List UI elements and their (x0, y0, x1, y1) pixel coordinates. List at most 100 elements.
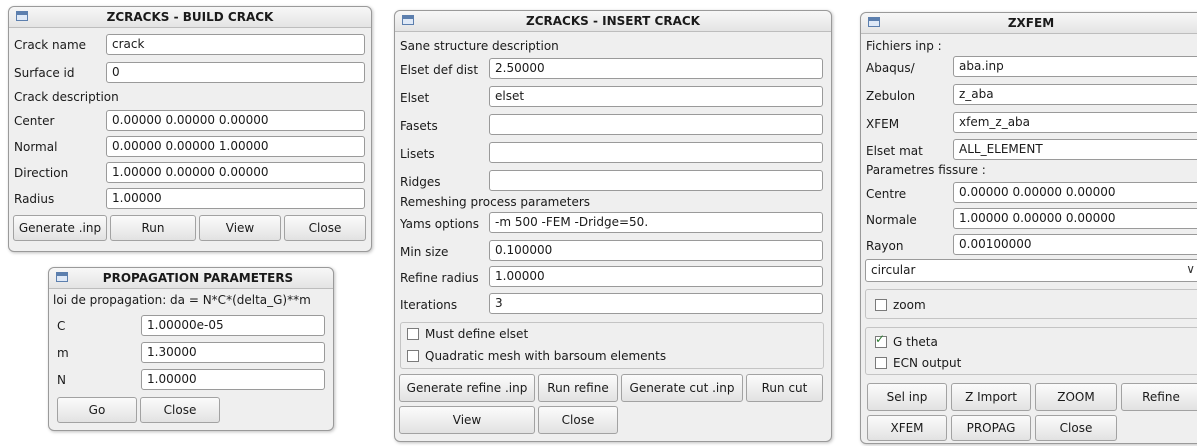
xfem-label: XFEM (866, 117, 900, 131)
parametres-fissure-heading: Parametres fissure : (866, 163, 986, 177)
elset-field[interactable]: elset (489, 86, 823, 107)
refine-radius-field[interactable]: 1.00000 (489, 266, 823, 287)
center-field[interactable]: 0.00000 0.00000 0.00000 (106, 110, 365, 131)
c-field[interactable]: 1.00000e-05 (141, 315, 325, 336)
propagation-law-label: loi de propagation: da = N*C*(delta_G)**… (53, 293, 311, 307)
center-label: Center (14, 114, 55, 128)
zoom-box[interactable] (875, 299, 887, 311)
normale-label: Normale (866, 213, 917, 227)
run-refine-button[interactable]: Run refine (538, 374, 618, 402)
n-field[interactable]: 1.00000 (141, 369, 325, 390)
crack-shape-value: circular (871, 263, 916, 277)
fasets-field[interactable] (489, 114, 823, 135)
direction-field[interactable]: 1.00000 0.00000 0.00000 (106, 162, 365, 183)
zoom-button[interactable]: ZOOM (1035, 383, 1117, 411)
generate-cut-inp-button[interactable]: Generate cut .inp (621, 374, 743, 402)
generate-refine-inp-button[interactable]: Generate refine .inp (399, 374, 535, 402)
crack-name-field[interactable]: crack (106, 34, 365, 55)
g-theta-label: G theta (893, 335, 938, 349)
refine-button[interactable]: Refine (1121, 383, 1197, 411)
view-button[interactable]: View (199, 215, 281, 241)
g-theta-checkbox[interactable]: ✓ G theta (875, 332, 938, 349)
direction-label: Direction (14, 166, 69, 180)
must-define-elset-box[interactable] (407, 328, 419, 340)
ecn-output-checkbox[interactable]: ECN output (875, 356, 961, 370)
go-button[interactable]: Go (57, 397, 137, 423)
run-button[interactable]: Run (110, 215, 196, 241)
propag-button[interactable]: PROPAG (951, 415, 1031, 441)
quadratic-mesh-checkbox[interactable]: Quadratic mesh with barsoum elements (407, 349, 666, 363)
title-bar: ZCRACKS - BUILD CRACK (9, 7, 371, 28)
centre-field[interactable]: 0.00000 0.00000 0.00000 (953, 182, 1197, 203)
ecn-output-label: ECN output (893, 356, 962, 370)
close-button[interactable]: Close (538, 406, 618, 434)
sel-inp-button[interactable]: Sel inp (867, 383, 947, 411)
elset-def-dist-field[interactable]: 2.50000 (489, 58, 823, 79)
zxfem-window: ZXFEM Fichiers inp : Abaqus/ aba.inp Zeb… (860, 12, 1197, 444)
close-button[interactable]: Close (140, 397, 220, 423)
radius-field[interactable]: 1.00000 (106, 188, 365, 209)
fasets-label: Fasets (400, 119, 438, 133)
must-define-elset-label: Must define elset (425, 327, 529, 341)
rayon-field[interactable]: 0.00100000 (953, 234, 1197, 255)
refine-radius-label: Refine radius (400, 271, 479, 285)
min-size-field[interactable]: 0.100000 (489, 240, 823, 261)
title-bar: ZXFEM (861, 13, 1197, 34)
lisets-label: Lisets (400, 147, 435, 161)
crack-shape-select[interactable]: circular ∨ (865, 259, 1197, 282)
chevron-down-icon[interactable]: ∨ (1186, 262, 1195, 276)
centre-label: Centre (866, 187, 907, 201)
close-button[interactable]: Close (284, 215, 366, 241)
rayon-label: Rayon (866, 239, 904, 253)
window-title: ZCRACKS - INSERT CRACK (526, 14, 700, 28)
quadratic-mesh-label: Quadratic mesh with barsoum elements (425, 349, 667, 363)
quadratic-mesh-box[interactable] (407, 350, 419, 362)
normal-field[interactable]: 0.00000 0.00000 1.00000 (106, 136, 365, 157)
window-title: ZXFEM (1007, 16, 1055, 30)
zebulon-field[interactable]: z_aba (953, 84, 1197, 105)
yams-options-field[interactable]: -m 500 -FEM -Dridge=50. (489, 212, 823, 233)
normale-field[interactable]: 1.00000 0.00000 0.00000 (953, 208, 1197, 229)
xfem-field[interactable]: xfem_z_aba (953, 112, 1197, 133)
zebulon-label: Zebulon (866, 89, 916, 103)
m-label: m (57, 346, 69, 360)
g-theta-box[interactable]: ✓ (875, 332, 887, 348)
elset-def-dist-label: Elset def dist (400, 63, 479, 77)
lisets-field[interactable] (489, 142, 823, 163)
elset-mat-label: Elset mat (866, 144, 923, 158)
title-bar: PROPAGATION PARAMETERS (49, 268, 333, 289)
surface-id-field[interactable]: 0 (106, 62, 365, 83)
m-field[interactable]: 1.30000 (141, 342, 325, 363)
remeshing-heading: Remeshing process parameters (400, 195, 591, 209)
window-title: PROPAGATION PARAMETERS (102, 271, 294, 285)
run-cut-button[interactable]: Run cut (746, 374, 823, 402)
iterations-label: Iterations (400, 298, 458, 312)
ridges-field[interactable] (489, 170, 823, 191)
fichiers-inp-heading: Fichiers inp : (866, 39, 942, 53)
abaqus-field[interactable]: aba.inp (953, 56, 1197, 77)
insert-crack-window: ZCRACKS - INSERT CRACK Sane structure de… (394, 10, 832, 442)
iterations-field[interactable]: 3 (489, 293, 823, 314)
checkmark-icon: ✓ (875, 332, 886, 346)
title-bar: ZCRACKS - INSERT CRACK (395, 11, 831, 32)
yams-options-label: Yams options (400, 217, 479, 231)
zoom-checkbox[interactable]: zoom (875, 298, 926, 312)
xfem-button[interactable]: XFEM (867, 415, 947, 441)
abaqus-label: Abaqus/ (866, 61, 915, 75)
surface-id-label: Surface id (14, 66, 75, 80)
z-import-button[interactable]: Z Import (951, 383, 1031, 411)
c-label: C (57, 319, 66, 333)
close-button[interactable]: Close (1035, 415, 1117, 441)
normal-label: Normal (14, 140, 58, 154)
min-size-label: Min size (400, 245, 449, 259)
ecn-output-box[interactable] (875, 357, 887, 369)
window-title: ZCRACKS - BUILD CRACK (106, 10, 274, 24)
radius-label: Radius (14, 192, 55, 206)
view-button[interactable]: View (399, 406, 535, 434)
crack-description-heading: Crack description (14, 90, 119, 104)
must-define-elset-checkbox[interactable]: Must define elset (407, 327, 528, 341)
propagation-window: PROPAGATION PARAMETERS loi de propagatio… (48, 267, 334, 431)
elset-mat-field[interactable]: ALL_ELEMENT (953, 139, 1197, 160)
generate-inp-button[interactable]: Generate .inp (13, 215, 107, 241)
build-crack-window: ZCRACKS - BUILD CRACK Crack name crack S… (8, 6, 372, 252)
